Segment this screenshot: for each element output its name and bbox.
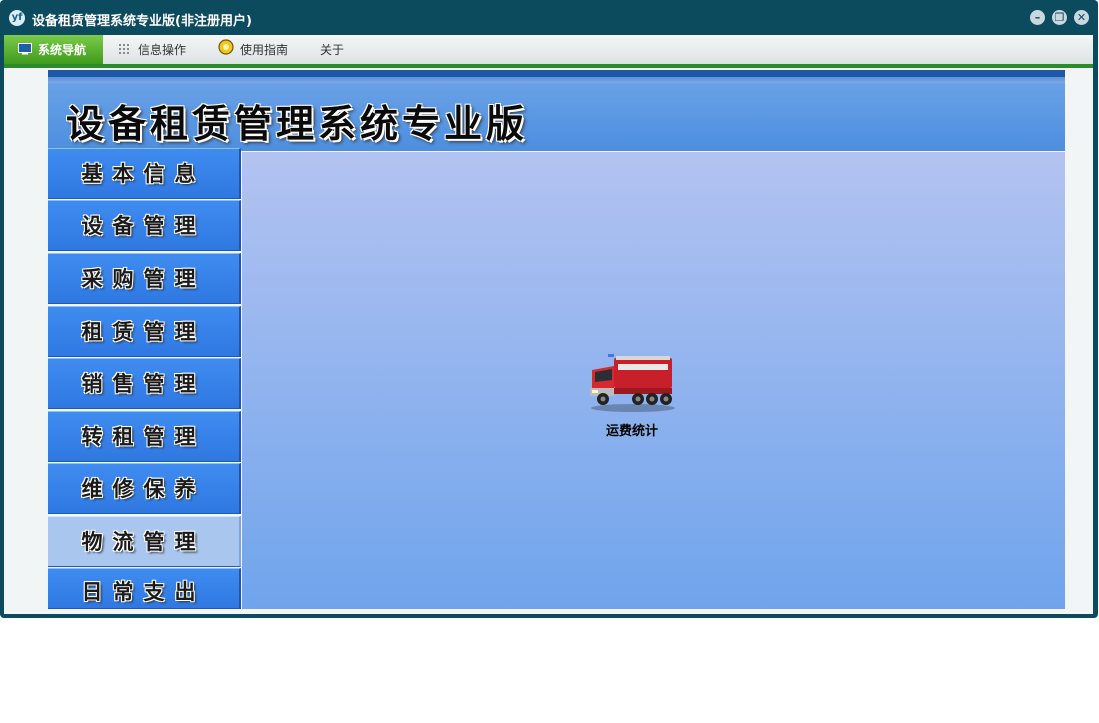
menu-item-label: 系统导航 <box>38 43 87 57</box>
sidebar-item-logistics[interactable]: 物流管理 <box>48 516 241 567</box>
sidebar-item-sublease[interactable]: 转租管理 <box>48 411 241 462</box>
menu-item-about[interactable]: 关于 <box>320 35 344 64</box>
guide-icon <box>218 36 234 66</box>
menu-item-label: 使用指南 <box>240 43 289 57</box>
banner-title: 设备租赁管理系统专业版 <box>66 101 529 146</box>
menu-item-label: 信息操作 <box>138 43 187 57</box>
sidebar-item-equipment[interactable]: 设备管理 <box>48 200 241 251</box>
close-icon[interactable]: ✕ <box>1074 10 1089 25</box>
menu-item-user-guide[interactable]: 使用指南 <box>218 35 288 64</box>
window-title: 设备租赁管理系统专业版(非注册用户) <box>32 14 252 29</box>
tile-label: 运费统计 <box>605 424 658 439</box>
sidebar-item-sales[interactable]: 销售管理 <box>48 358 241 409</box>
monitor-icon <box>18 36 32 66</box>
grid-icon <box>118 36 132 66</box>
header-stripe <box>48 70 1065 77</box>
restore-icon[interactable]: ❐ <box>1052 10 1067 25</box>
menu-item-system-navigation[interactable]: 系统导航 <box>4 35 103 64</box>
title-bar[interactable]: yf 设备租赁管理系统专业版(非注册用户) – ❐ ✕ <box>0 0 1098 35</box>
menu-item-label: 关于 <box>320 43 345 57</box>
app-logo-icon: yf <box>9 10 25 26</box>
sidebar-item-purchase[interactable]: 采购管理 <box>48 253 241 304</box>
header-banner: 设备租赁管理系统专业版 <box>48 83 1065 151</box>
sidebar-item-basic-info[interactable]: 基本信息 <box>48 148 241 199</box>
menu-item-info-operation[interactable]: 信息操作 <box>118 35 186 64</box>
freight-statistics-tile[interactable]: 运费统计 <box>582 350 682 445</box>
sidebar-item-maintenance[interactable]: 维修保养 <box>48 463 241 514</box>
fire-truck-icon <box>588 352 678 418</box>
minimize-icon[interactable]: – <box>1030 10 1045 25</box>
main-content: 运费统计 <box>242 152 1065 609</box>
menu-bar: 系统导航 信息操作 使用指南 关于 <box>4 35 1093 64</box>
sidebar-item-daily-expense[interactable]: 日常支出 <box>48 568 241 609</box>
sidebar-item-rental[interactable]: 租赁管理 <box>48 306 241 357</box>
sidebar-nav: 基本信息 设备管理 采购管理 租赁管理 销售管理 转租管理 维修保养 物流管理 … <box>48 148 242 609</box>
